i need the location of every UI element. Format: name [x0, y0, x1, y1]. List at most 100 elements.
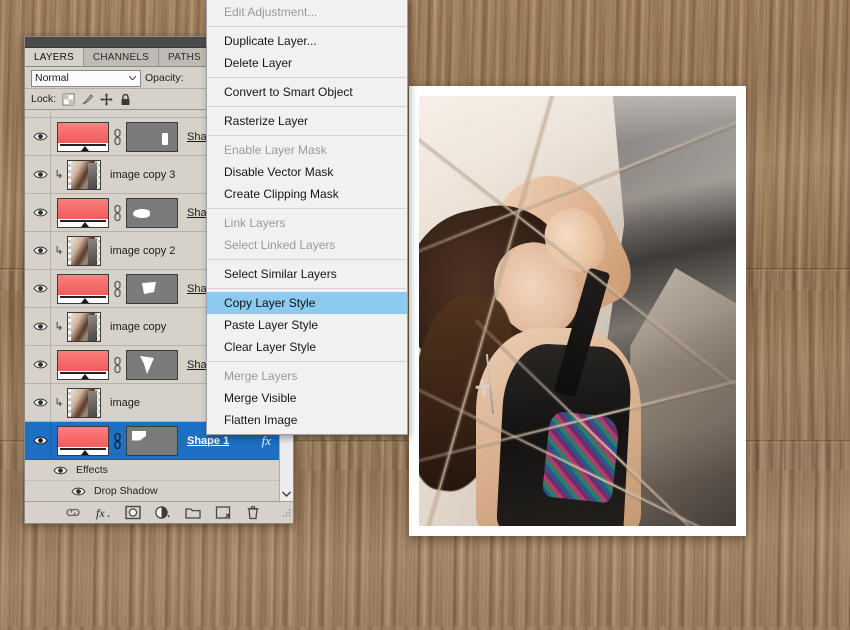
menu-item-merge-visible[interactable]: Merge Visible [207, 387, 407, 409]
eye-icon [33, 169, 48, 180]
menu-item-paste-layer-style[interactable]: Paste Layer Style [207, 314, 407, 336]
menu-separator [208, 288, 406, 289]
scroll-down-button[interactable] [280, 487, 293, 501]
visibility-toggle-effects[interactable] [49, 465, 71, 476]
menu-item-merge-layers: Merge Layers [207, 365, 407, 387]
shape-stroke-4 [419, 96, 561, 526]
layer-name-shape-1: Shape 1 [187, 435, 229, 447]
layer-thumbnail-shape-2[interactable] [57, 350, 109, 380]
mask-shape [141, 281, 157, 296]
vector-mask-thumbnail-shape-1[interactable] [126, 426, 178, 456]
lock-image-icon[interactable] [81, 93, 94, 106]
layer-name-image-copy-3: image copy 3 [110, 169, 175, 181]
link-icon[interactable] [112, 204, 123, 222]
lock-transparency-icon[interactable] [62, 93, 75, 106]
row-divider [50, 384, 51, 421]
row-divider [50, 156, 51, 193]
blend-mode-value: Normal [35, 72, 69, 84]
tab-paths[interactable]: PATHS [159, 48, 211, 66]
photo-canvas-image [419, 96, 736, 526]
menu-item-flatten-image[interactable]: Flatten Image [207, 409, 407, 431]
new-layer-icon[interactable] [215, 505, 231, 520]
layer-name-image-copy-2: image copy 2 [110, 245, 175, 257]
lock-position-icon[interactable] [100, 93, 113, 106]
vector-mask-thumbnail-shape-5[interactable] [126, 122, 178, 152]
layer-thumb-fill [58, 199, 108, 219]
tab-layers[interactable]: LAYERS [25, 48, 84, 66]
layer-thumbnail-image[interactable] [67, 388, 101, 418]
layer-effects-row[interactable]: Effects [25, 460, 279, 481]
menu-separator [208, 361, 406, 362]
lock-all-icon[interactable] [119, 93, 132, 106]
effect-row-drop-shadow[interactable]: Drop Shadow [25, 481, 279, 501]
layer-thumbnail-shape-5[interactable] [57, 122, 109, 152]
link-icon[interactable] [112, 432, 123, 450]
layer-thumbnail-image-copy-2[interactable] [67, 236, 101, 266]
eye-icon [33, 435, 48, 446]
row-divider [50, 118, 51, 155]
blend-mode-select[interactable]: Normal [31, 70, 141, 87]
menu-item-select-linked-layers: Select Linked Layers [207, 234, 407, 256]
shape-stroke-6 [475, 320, 736, 526]
layer-thumb-marker [81, 222, 89, 227]
eye-icon [71, 486, 86, 497]
layer-thumb-photo-edge [88, 315, 97, 341]
layer-thumb-fill [58, 351, 108, 371]
menu-item-rasterize-layer[interactable]: Rasterize Layer [207, 110, 407, 132]
menu-item-create-clipping-mask[interactable]: Create Clipping Mask [207, 183, 407, 205]
row-divider [50, 110, 51, 117]
eye-icon [33, 207, 48, 218]
layer-name-image: image [110, 397, 140, 409]
delete-layer-icon[interactable] [245, 505, 261, 520]
row-divider [50, 270, 51, 307]
link-icon[interactable] [112, 356, 123, 374]
menu-item-duplicate-layer[interactable]: Duplicate Layer... [207, 30, 407, 52]
layer-thumbnail-shape-4[interactable] [57, 198, 109, 228]
menu-item-copy-layer-style[interactable]: Copy Layer Style [207, 292, 407, 314]
row-divider [50, 308, 51, 345]
menu-item-disable-vector-mask[interactable]: Disable Vector Mask [207, 161, 407, 183]
link-layers-icon[interactable] [65, 505, 81, 520]
new-group-icon[interactable] [185, 505, 201, 520]
layer-thumb-marker [81, 374, 89, 379]
menu-separator [208, 208, 406, 209]
layers-panel-footer[interactable]: fx [25, 501, 293, 523]
eye-icon [33, 283, 48, 294]
menu-item-delete-layer[interactable]: Delete Layer [207, 52, 407, 74]
visibility-toggle-drop-shadow[interactable] [67, 486, 89, 497]
menu-separator [208, 77, 406, 78]
clipping-mask-arrow-icon: ↳ [53, 244, 65, 257]
menu-item-link-layers: Link Layers [207, 212, 407, 234]
mask-shape [132, 431, 146, 441]
new-adjustment-layer-icon[interactable] [155, 505, 171, 520]
mask-shape [133, 209, 150, 218]
layer-context-menu[interactable]: Edit Adjustment... Duplicate Layer... De… [206, 0, 408, 435]
menu-item-clear-layer-style[interactable]: Clear Layer Style [207, 336, 407, 358]
chevron-down-icon [129, 76, 136, 80]
eye-icon [33, 321, 48, 332]
layer-thumbnail-shape-1[interactable] [57, 426, 109, 456]
vector-mask-thumbnail-shape-3[interactable] [126, 274, 178, 304]
vector-mask-thumbnail-shape-4[interactable] [126, 198, 178, 228]
effects-label: Effects [76, 464, 108, 476]
layer-thumbnail-shape-3[interactable] [57, 274, 109, 304]
layer-thumbnail-image-copy[interactable] [67, 312, 101, 342]
tab-channels[interactable]: CHANNELS [84, 48, 159, 66]
vector-mask-thumbnail-shape-2[interactable] [126, 350, 178, 380]
clipping-mask-arrow-icon: ↳ [53, 396, 65, 409]
link-icon[interactable] [112, 280, 123, 298]
shape-stroke-2 [419, 96, 736, 270]
layer-thumbnail-image-copy-3[interactable] [67, 160, 101, 190]
svg-text:fx: fx [96, 506, 105, 520]
layer-thumb-photo-edge [88, 163, 97, 189]
menu-item-select-similar-layers[interactable]: Select Similar Layers [207, 263, 407, 285]
link-icon[interactable] [112, 128, 123, 146]
eye-icon [33, 397, 48, 408]
menu-item-convert-to-smart-object[interactable]: Convert to Smart Object [207, 81, 407, 103]
add-layer-mask-icon[interactable] [125, 505, 141, 520]
effect-label-drop-shadow: Drop Shadow [94, 485, 158, 497]
resize-grip-icon[interactable] [281, 508, 291, 518]
add-layer-style-icon[interactable]: fx [95, 505, 111, 520]
photo-frame [409, 86, 746, 536]
layer-thumb-fill [58, 123, 108, 143]
